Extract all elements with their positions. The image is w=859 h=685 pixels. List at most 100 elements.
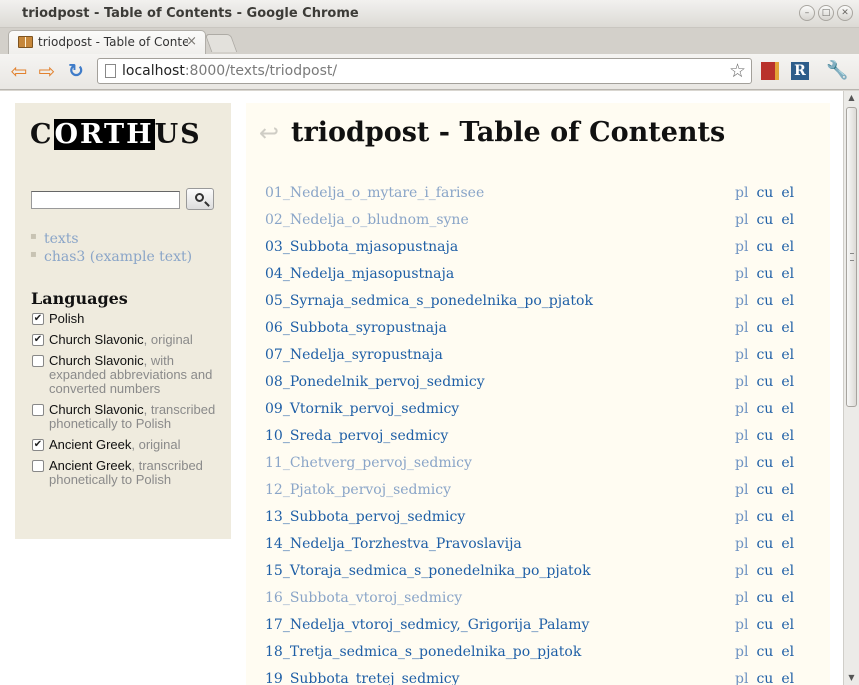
scroll-down-arrow-icon[interactable]: ▼ bbox=[844, 671, 859, 685]
scroll-thumb[interactable] bbox=[846, 107, 857, 407]
lang-link-cu[interactable]: cu bbox=[756, 617, 773, 633]
book-extension-icon[interactable] bbox=[761, 62, 779, 80]
lang-link-el[interactable]: el bbox=[781, 266, 794, 282]
link-texts[interactable]: texts bbox=[44, 231, 79, 247]
tab-triodpost[interactable]: triodpost - Table of Contents × bbox=[8, 30, 206, 54]
lang-link-el[interactable]: el bbox=[781, 401, 794, 417]
toc-entry-link[interactable]: 12_Pjatok_pervoj_sedmicy bbox=[265, 482, 451, 498]
lang-link-cu[interactable]: cu bbox=[756, 347, 773, 363]
lang-link-cu[interactable]: cu bbox=[756, 212, 773, 228]
forward-arrow-icon[interactable]: ⇨ bbox=[36, 60, 58, 82]
lang-link-pl[interactable]: pl bbox=[735, 509, 748, 525]
lang-link-pl[interactable]: pl bbox=[735, 644, 748, 660]
lang-link-cu[interactable]: cu bbox=[756, 266, 773, 282]
toc-entry-link[interactable]: 11_Chetverg_pervoj_sedmicy bbox=[265, 455, 472, 471]
lang-link-pl[interactable]: pl bbox=[735, 617, 748, 633]
lang-link-el[interactable]: el bbox=[781, 671, 794, 685]
lang-link-el[interactable]: el bbox=[781, 185, 794, 201]
lang-link-el[interactable]: el bbox=[781, 320, 794, 336]
toc-entry-link[interactable]: 17_Nedelja_vtoroj_sedmicy,_Grigorija_Pal… bbox=[265, 617, 589, 633]
toc-entry-link[interactable]: 09_Vtornik_pervoj_sedmicy bbox=[265, 401, 459, 417]
lang-link-pl[interactable]: pl bbox=[735, 320, 748, 336]
language-checkbox[interactable] bbox=[32, 404, 44, 416]
lang-link-cu[interactable]: cu bbox=[756, 293, 773, 309]
toc-entry-link[interactable]: 04_Nedelja_mjasopustnaja bbox=[265, 266, 454, 282]
language-checkbox[interactable] bbox=[32, 460, 44, 472]
tab-close-icon[interactable]: × bbox=[186, 34, 197, 49]
language-checkbox[interactable]: ✔ bbox=[32, 334, 44, 346]
new-tab-button[interactable] bbox=[204, 34, 238, 52]
reload-icon[interactable]: ↻ bbox=[65, 60, 87, 82]
lang-link-cu[interactable]: cu bbox=[756, 536, 773, 552]
lang-link-pl[interactable]: pl bbox=[735, 293, 748, 309]
link-chas3[interactable]: chas3 (example text) bbox=[44, 249, 192, 265]
wrench-menu-icon[interactable]: 🔧 bbox=[826, 62, 848, 80]
lang-link-el[interactable]: el bbox=[781, 563, 794, 579]
lang-link-el[interactable]: el bbox=[781, 509, 794, 525]
lang-link-el[interactable]: el bbox=[781, 428, 794, 444]
lang-link-cu[interactable]: cu bbox=[756, 239, 773, 255]
lang-link-pl[interactable]: pl bbox=[735, 266, 748, 282]
lang-link-pl[interactable]: pl bbox=[735, 455, 748, 471]
toc-entry-link[interactable]: 19_Subbota_tretej_sedmicy bbox=[265, 671, 460, 685]
bookmark-star-icon[interactable]: ☆ bbox=[729, 60, 746, 82]
toc-entry-link[interactable]: 07_Nedelja_syropustnaja bbox=[265, 347, 443, 363]
toc-entry-link[interactable]: 06_Subbota_syropustnaja bbox=[265, 320, 447, 336]
lang-link-pl[interactable]: pl bbox=[735, 239, 748, 255]
lang-link-el[interactable]: el bbox=[781, 482, 794, 498]
lang-link-pl[interactable]: pl bbox=[735, 347, 748, 363]
toc-entry-link[interactable]: 01_Nedelja_o_mytare_i_farisee bbox=[265, 185, 484, 201]
lang-link-cu[interactable]: cu bbox=[756, 671, 773, 685]
close-window-button[interactable]: ✕ bbox=[837, 5, 853, 21]
lang-link-pl[interactable]: pl bbox=[735, 374, 748, 390]
lang-link-el[interactable]: el bbox=[781, 239, 794, 255]
lang-link-pl[interactable]: pl bbox=[735, 563, 748, 579]
lang-link-pl[interactable]: pl bbox=[735, 428, 748, 444]
lang-link-el[interactable]: el bbox=[781, 617, 794, 633]
vertical-scrollbar[interactable]: ▲ ▼ bbox=[843, 91, 859, 685]
lang-link-pl[interactable]: pl bbox=[735, 401, 748, 417]
lang-link-el[interactable]: el bbox=[781, 212, 794, 228]
lang-link-cu[interactable]: cu bbox=[756, 563, 773, 579]
lang-link-pl[interactable]: pl bbox=[735, 671, 748, 685]
lang-link-pl[interactable]: pl bbox=[735, 482, 748, 498]
lang-link-el[interactable]: el bbox=[781, 536, 794, 552]
toc-entry-link[interactable]: 02_Nedelja_o_bludnom_syne bbox=[265, 212, 469, 228]
toc-entry-link[interactable]: 13_Subbota_pervoj_sedmicy bbox=[265, 509, 465, 525]
toc-entry-link[interactable]: 03_Subbota_mjasopustnaja bbox=[265, 239, 458, 255]
search-button[interactable] bbox=[186, 188, 214, 210]
lang-link-cu[interactable]: cu bbox=[756, 320, 773, 336]
lang-link-cu[interactable]: cu bbox=[756, 428, 773, 444]
language-checkbox[interactable] bbox=[32, 355, 44, 367]
lang-link-cu[interactable]: cu bbox=[756, 590, 773, 606]
toc-entry-link[interactable]: 16_Subbota_vtoroj_sedmicy bbox=[265, 590, 462, 606]
lang-link-pl[interactable]: pl bbox=[735, 590, 748, 606]
lang-link-pl[interactable]: pl bbox=[735, 185, 748, 201]
lang-link-pl[interactable]: pl bbox=[735, 536, 748, 552]
lang-link-el[interactable]: el bbox=[781, 644, 794, 660]
back-arrow-icon[interactable]: ⇦ bbox=[8, 60, 30, 82]
address-bar[interactable]: localhost:8000/texts/triodpost/ ☆ bbox=[97, 58, 752, 84]
lang-link-el[interactable]: el bbox=[781, 347, 794, 363]
toc-entry-link[interactable]: 15_Vtoraja_sedmica_s_ponedelnika_po_pjat… bbox=[265, 563, 591, 579]
minimize-button[interactable]: – bbox=[799, 5, 815, 21]
toc-entry-link[interactable]: 08_Ponedelnik_pervoj_sedmicy bbox=[265, 374, 485, 390]
lang-link-el[interactable]: el bbox=[781, 374, 794, 390]
language-checkbox[interactable]: ✔ bbox=[32, 439, 44, 451]
toc-entry-link[interactable]: 18_Tretja_sedmica_s_ponedelnika_po_pjato… bbox=[265, 644, 581, 660]
language-checkbox[interactable]: ✔ bbox=[32, 313, 44, 325]
toc-entry-link[interactable]: 14_Nedelja_Torzhestva_Pravoslavija bbox=[265, 536, 522, 552]
lang-link-cu[interactable]: cu bbox=[756, 374, 773, 390]
back-return-icon[interactable]: ↩ bbox=[259, 119, 279, 147]
url-text[interactable]: localhost:8000/texts/triodpost/ bbox=[122, 63, 337, 79]
corthus-logo[interactable]: CORTHUS bbox=[30, 119, 202, 151]
toc-entry-link[interactable]: 10_Sreda_pervoj_sedmicy bbox=[265, 428, 448, 444]
maximize-button[interactable]: □ bbox=[818, 5, 834, 21]
toc-entry-link[interactable]: 05_Syrnaja_sedmica_s_ponedelnika_po_pjat… bbox=[265, 293, 593, 309]
search-input[interactable] bbox=[31, 191, 180, 209]
lang-link-cu[interactable]: cu bbox=[756, 401, 773, 417]
lang-link-cu[interactable]: cu bbox=[756, 509, 773, 525]
lang-link-pl[interactable]: pl bbox=[735, 212, 748, 228]
lang-link-cu[interactable]: cu bbox=[756, 185, 773, 201]
lang-link-el[interactable]: el bbox=[781, 293, 794, 309]
